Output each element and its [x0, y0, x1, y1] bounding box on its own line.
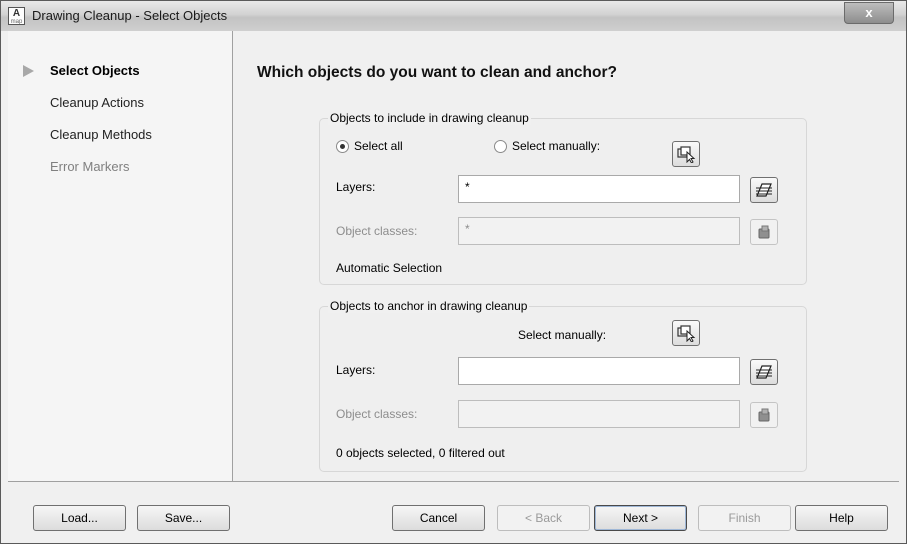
radio-select-manually[interactable]: Select manually:: [494, 139, 634, 155]
page-heading: Which objects do you want to clean and a…: [257, 64, 617, 81]
include-status-text: Automatic Selection: [336, 261, 443, 275]
group-title-anchor: Objects to anchor in drawing cleanup: [328, 299, 530, 313]
current-step-arrow-icon: [23, 65, 34, 77]
anchor-object-classes-label: Object classes:: [336, 407, 418, 421]
anchor-layers-picker-button[interactable]: [750, 359, 778, 385]
nav-item-cleanup-actions[interactable]: Cleanup Actions: [50, 95, 144, 110]
include-layers-input[interactable]: *: [458, 175, 740, 203]
dialog-body: Select Objects Cleanup Actions Cleanup M…: [8, 31, 899, 537]
nav-item-label: Cleanup Methods: [50, 127, 152, 142]
nav-item-error-markers: Error Markers: [50, 159, 129, 174]
finish-button: Finish: [698, 505, 791, 531]
group-title-include: Objects to include in drawing cleanup: [328, 111, 531, 125]
radio-select-manually-circle[interactable]: [494, 140, 507, 153]
select-objects-include-button[interactable]: [672, 141, 700, 167]
wizard-steps-nav: Select Objects Cleanup Actions Cleanup M…: [8, 31, 233, 482]
include-layers-label: Layers:: [336, 180, 376, 194]
include-objects-group: Objects to include in drawing cleanup Se…: [319, 111, 807, 285]
app-icon-sub: map: [10, 19, 23, 25]
nav-item-label: Select Objects: [50, 63, 140, 78]
object-class-icon: [758, 408, 770, 422]
drawing-cleanup-dialog: A map Drawing Cleanup - Select Objects x…: [0, 0, 907, 544]
anchor-status-text: 0 objects selected, 0 filtered out: [336, 446, 505, 460]
object-class-icon: [758, 225, 770, 239]
select-objects-icon: [677, 325, 696, 342]
close-icon[interactable]: x: [865, 5, 872, 20]
app-icon-letter: A: [12, 8, 21, 19]
include-object-classes-input: *: [458, 217, 740, 245]
include-layers-picker-button[interactable]: [750, 177, 778, 203]
nav-item-select-objects[interactable]: Select Objects: [23, 63, 140, 78]
main-panel: Which objects do you want to clean and a…: [233, 31, 899, 482]
anchor-objects-group: Objects to anchor in drawing cleanup Sel…: [319, 299, 807, 472]
radio-select-all[interactable]: Select all: [336, 139, 446, 155]
include-object-classes-label: Object classes:: [336, 224, 418, 238]
include-object-classes-button: [750, 219, 778, 245]
app-icon: A map: [8, 7, 25, 25]
close-button[interactable]: x: [844, 2, 894, 24]
anchor-layers-input[interactable]: [458, 357, 740, 385]
nav-item-cleanup-methods[interactable]: Cleanup Methods: [50, 127, 152, 142]
radio-selected-dot: [340, 144, 345, 149]
anchor-object-classes-button: [750, 402, 778, 428]
select-objects-icon: [677, 146, 696, 163]
nav-item-label: Cleanup Actions: [50, 95, 144, 110]
layer-list-icon: [756, 365, 772, 379]
back-button: < Back: [497, 505, 590, 531]
load-button[interactable]: Load...: [33, 505, 126, 531]
select-objects-anchor-button[interactable]: [672, 320, 700, 346]
next-button[interactable]: Next >: [594, 505, 687, 531]
anchor-select-manually-label: Select manually:: [518, 328, 607, 342]
anchor-object-classes-input: [458, 400, 740, 428]
cancel-button[interactable]: Cancel: [392, 505, 485, 531]
title-bar: A map Drawing Cleanup - Select Objects x: [1, 1, 906, 31]
nav-item-label: Error Markers: [50, 159, 130, 174]
radio-select-manually-label: Select manually:: [512, 139, 601, 153]
layer-list-icon: [756, 183, 772, 197]
window-title: Drawing Cleanup - Select Objects: [32, 8, 228, 23]
save-button[interactable]: Save...: [137, 505, 230, 531]
anchor-layers-label: Layers:: [336, 363, 376, 377]
radio-select-all-label: Select all: [354, 139, 403, 153]
radio-select-all-circle[interactable]: [336, 140, 349, 153]
help-button[interactable]: Help: [795, 505, 888, 531]
